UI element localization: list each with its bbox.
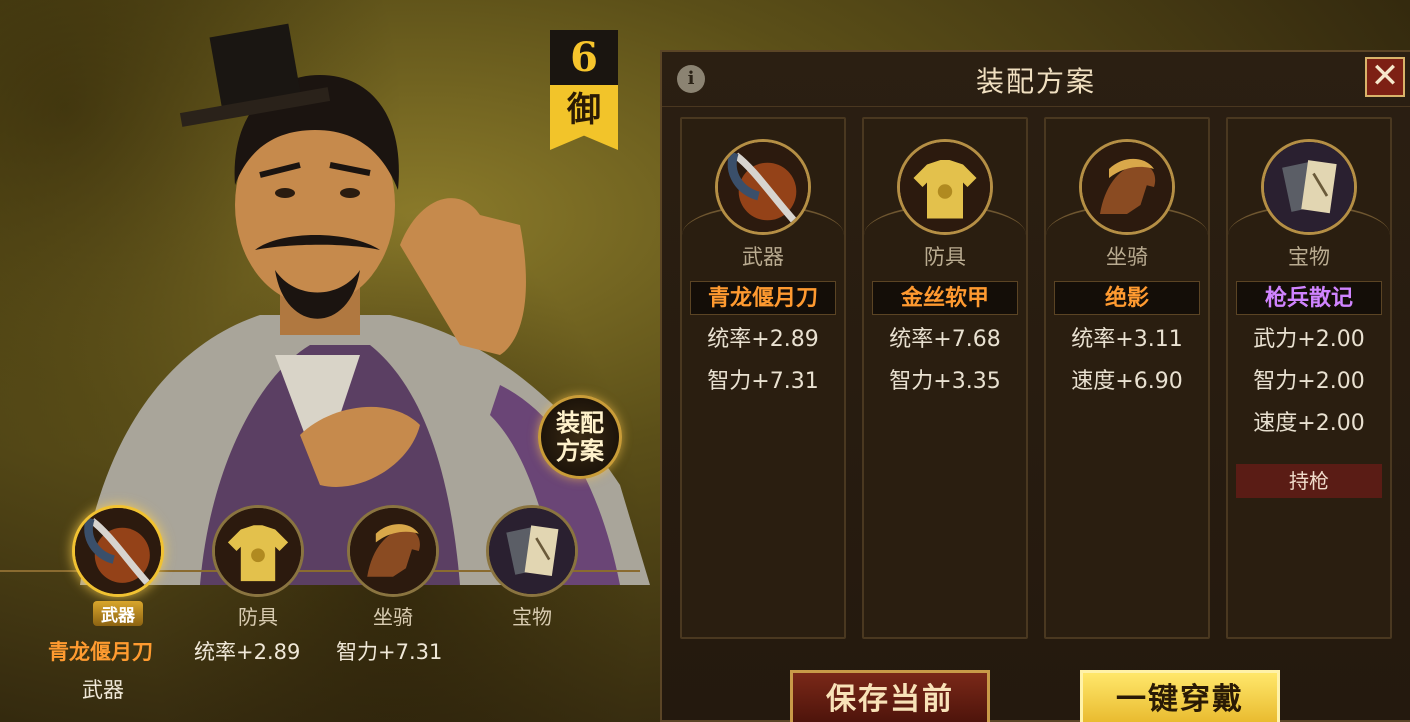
selected-item-stat: 智力+7.31: [336, 640, 443, 664]
card-slot-label: 宝物: [1288, 245, 1330, 269]
save-current-button[interactable]: 保存当前: [790, 670, 990, 722]
card-tag: 持枪: [1236, 464, 1382, 498]
card-item-name: 枪兵散记: [1236, 281, 1382, 315]
close-button[interactable]: ✕: [1365, 57, 1405, 97]
card-slot-label: 坐骑: [1106, 245, 1148, 269]
hero-slot-armor[interactable]: 防具: [210, 505, 306, 635]
selected-item-type: 武器: [82, 678, 124, 702]
equipment-card-treasure[interactable]: 宝物 枪兵散记 武力+2.00 智力+2.00 速度+2.00 持枪: [1226, 117, 1392, 639]
hero-slot-label: 宝物: [512, 605, 552, 629]
equipment-card-weapon[interactable]: 武器 青龙偃月刀 统率+2.89 智力+7.31: [680, 117, 846, 639]
hero-slot-mount[interactable]: 坐骑: [345, 505, 441, 635]
card-item-name: 青龙偃月刀: [690, 281, 836, 315]
card-item-name: 绝影: [1054, 281, 1200, 315]
equipment-card-armor[interactable]: 防具 金丝软甲 统率+7.68 智力+3.35: [862, 117, 1028, 639]
card-stat: 武力+2.00: [1253, 327, 1365, 352]
rank-number: 6: [570, 34, 598, 81]
panel-header: i 装配方案 ✕: [662, 52, 1410, 107]
hero-slot-treasure[interactable]: 宝物: [484, 505, 580, 635]
hero-slot-label: 防具: [238, 605, 278, 629]
panel-title: 装配方案: [975, 65, 1096, 98]
card-stat: 统率+2.89: [707, 327, 819, 352]
armor-icon: [212, 505, 304, 597]
book-icon: [1261, 139, 1357, 235]
one-click-equip-button[interactable]: 一键穿戴: [1080, 670, 1280, 722]
card-stat: 速度+2.00: [1253, 411, 1365, 436]
card-slot-label: 防具: [924, 245, 966, 269]
rank-label: 御: [567, 90, 601, 130]
loadout-plan-label: 装配方案: [556, 408, 604, 465]
weapon-icon: [715, 139, 811, 235]
hero-slot-weapon[interactable]: 武器: [70, 505, 166, 635]
card-slot-label: 武器: [742, 245, 784, 269]
card-stat: 速度+6.90: [1071, 369, 1183, 394]
loadout-plan-button[interactable]: 装配方案: [538, 395, 622, 479]
loadout-panel: i 装配方案 ✕ 武器 青龙偃月刀 统率+2.89 智力+7.31 防具 金丝软…: [660, 50, 1410, 722]
card-stat: 智力+7.31: [707, 369, 819, 394]
hero-selected-item-info: 青龙偃月刀 统率+2.89 智力+7.31: [0, 636, 660, 676]
card-stat: 统率+7.68: [889, 327, 1001, 352]
hero-slot-label: 坐骑: [373, 605, 413, 629]
card-stat: 智力+2.00: [1253, 369, 1365, 394]
card-stat: 统率+3.11: [1071, 327, 1183, 352]
horse-icon: [1079, 139, 1175, 235]
card-item-name: 金丝软甲: [872, 281, 1018, 315]
equipment-card-mount[interactable]: 坐骑 绝影 统率+3.11 速度+6.90: [1044, 117, 1210, 639]
hero-area: 6 御 装配方案 武器 防具 坐骑 宝物 青龙偃月刀 统率+2.89 智力+7.…: [0, 0, 660, 722]
selected-item-name: 青龙偃月刀: [48, 639, 153, 664]
rank-badge: 6 御: [550, 30, 618, 150]
weapon-icon: [72, 505, 164, 597]
selected-item-stat: 统率+2.89: [194, 640, 301, 664]
armor-icon: [897, 139, 993, 235]
book-icon: [486, 505, 578, 597]
hero-slot-label: 武器: [93, 601, 143, 626]
horse-icon: [347, 505, 439, 597]
card-stat: 智力+3.35: [889, 369, 1001, 394]
